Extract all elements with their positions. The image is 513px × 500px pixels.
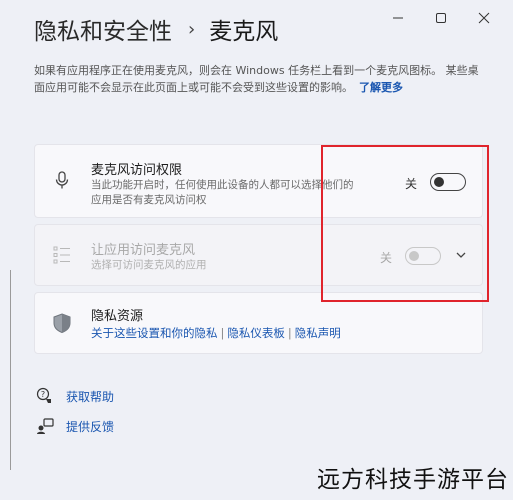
app-list-icon (51, 244, 73, 266)
mic-access-title: 麦克风访问权限 (91, 163, 183, 178)
maximize-icon (436, 13, 446, 23)
learn-more-link[interactable]: 了解更多 (359, 81, 403, 94)
page-description: 如果有应用程序正在使用麦克风，则会在 Windows 任务栏上看到一个麦克风图标… (34, 62, 484, 96)
microphone-icon (51, 169, 73, 191)
give-feedback-label: 提供反馈 (66, 419, 115, 434)
highlight-box (321, 145, 489, 302)
privacy-links: 关于这些设置和你的隐私 | 隐私仪表板 | 隐私声明 (91, 325, 341, 341)
feedback-icon (37, 418, 54, 434)
watermark-text: 远方科技手游平台 (317, 467, 509, 493)
privacy-statement-link[interactable]: 隐私声明 (295, 326, 341, 340)
privacy-dashboard-link[interactable]: 隐私仪表板 (227, 326, 285, 340)
breadcrumb-separator: › (188, 18, 196, 40)
description-text: 如果有应用程序正在使用麦克风，则会在 Windows 任务栏上看到一个麦克风图标… (34, 64, 479, 94)
shield-icon (51, 312, 73, 334)
get-help-label: 获取帮助 (66, 389, 115, 404)
privacy-resources-title: 隐私资源 (91, 309, 144, 324)
breadcrumb-parent-link[interactable]: 隐私和安全性 (34, 12, 172, 46)
close-icon (478, 12, 490, 24)
link-separator: | (287, 326, 292, 340)
get-help-link[interactable]: ? 获取帮助 (36, 387, 114, 405)
privacy-about-link[interactable]: 关于这些设置和你的隐私 (91, 326, 218, 340)
scroll-track[interactable] (10, 270, 11, 470)
give-feedback-link[interactable]: 提供反馈 (36, 417, 114, 435)
minimize-icon (393, 17, 403, 19)
svg-text:?: ? (41, 390, 45, 399)
app-access-title: 让应用访问麦克风 (91, 243, 196, 258)
help-icon: ? (36, 387, 51, 403)
breadcrumb: 隐私和安全性 › 麦克风 (34, 12, 278, 46)
maximize-button[interactable] (421, 6, 461, 30)
link-separator: | (220, 326, 225, 340)
close-button[interactable] (464, 6, 504, 30)
page-title: 麦克风 (209, 19, 279, 45)
minimize-button[interactable] (378, 6, 418, 30)
